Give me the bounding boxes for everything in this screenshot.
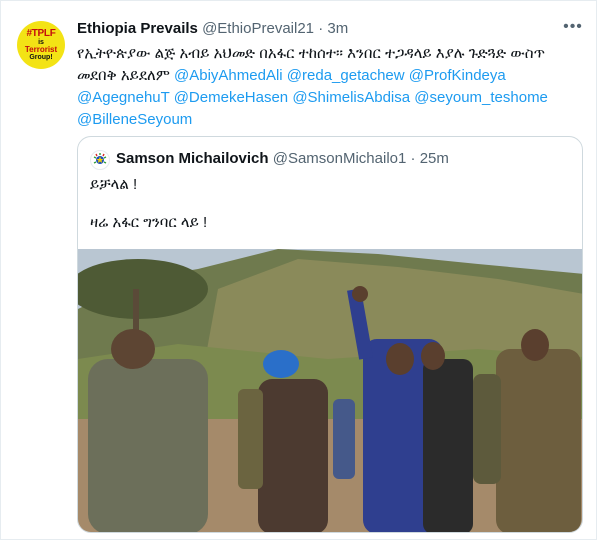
quoted-display-name[interactable]: Samson Michailovich [116, 150, 269, 167]
mention-link[interactable]: @ShimelisAbdisa [292, 89, 410, 106]
mention-link[interactable]: @ProfKindeya [409, 67, 506, 84]
avatar-text-line4: Group! [29, 53, 53, 61]
quoted-text-line2: ዛሬ አፋር ግንባር ላይ ! [90, 214, 208, 231]
timestamp[interactable]: 3m [327, 20, 348, 37]
tweet-header: Ethiopia Prevails @EthioPrevail21 · 3m [77, 19, 348, 39]
user-handle[interactable]: @EthioPrevail21 [202, 20, 314, 37]
separator-dot: · [318, 20, 324, 37]
ethiopia-emblem-icon [93, 153, 107, 164]
quoted-handle[interactable]: @SamsonMichailo1 [273, 150, 407, 167]
separator-dot: · [410, 150, 416, 167]
tweet-text: የኢትዮጵያው ልጅ አብይ አህመድ በአፋር ተከሰተ። እንበር ተጋዳላ… [77, 43, 582, 131]
quoted-avatar[interactable] [90, 150, 110, 170]
quoted-tweet[interactable]: Samson Michailovich @SamsonMichailo1 · 2… [77, 136, 583, 533]
avatar-text-line1: #TPLF [26, 27, 56, 39]
quoted-text-line1: ይቻላል ! [90, 176, 138, 193]
quoted-photo[interactable] [78, 249, 583, 533]
mention-link[interactable]: @BilleneSeyoum [77, 111, 192, 128]
mention-link[interactable]: @reda_getachew [287, 67, 405, 84]
tweet-card[interactable]: #TPLF is Terrorist Group! Ethiopia Preva… [0, 0, 597, 540]
avatar-text-line3: Terrorist [24, 44, 58, 54]
more-horizontal-icon[interactable]: ••• [561, 19, 585, 39]
quoted-header: Samson Michailovich @SamsonMichailo1 · 2… [116, 149, 449, 169]
mention-link[interactable]: @DemekeHasen [174, 89, 288, 106]
quoted-timestamp[interactable]: 25m [420, 150, 449, 167]
mention-link[interactable]: @seyoum_teshome [414, 89, 548, 106]
person-figure [88, 359, 208, 532]
avatar[interactable]: #TPLF is Terrorist Group! [17, 21, 65, 69]
display-name[interactable]: Ethiopia Prevails [77, 20, 198, 37]
mention-link[interactable]: @AbiyAhmedAli [174, 67, 283, 84]
mention-link[interactable]: @AgegnehuT [77, 89, 170, 106]
